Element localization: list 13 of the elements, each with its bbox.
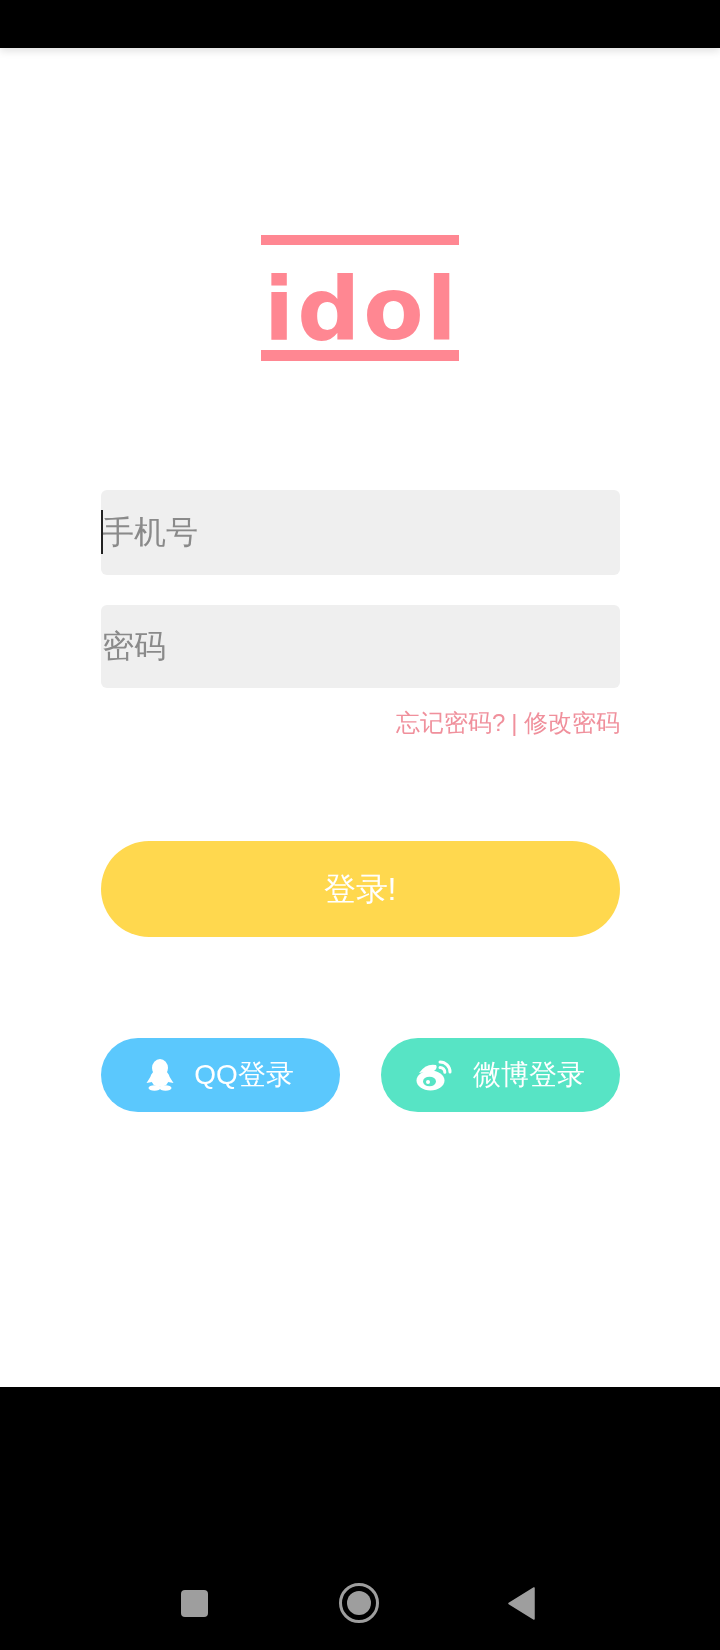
home-icon[interactable] xyxy=(339,1583,379,1623)
eye-signal-icon xyxy=(415,1059,453,1091)
weibo-login-button[interactable]: 微博登录 xyxy=(380,1038,620,1112)
link-separator: | xyxy=(511,710,518,736)
logo: idol xyxy=(261,235,459,361)
login-button[interactable]: 登录! xyxy=(100,841,620,937)
qq-login-button[interactable]: QQ登录 xyxy=(100,1038,340,1112)
back-icon[interactable] xyxy=(508,1587,535,1620)
change-password-link[interactable]: 修改密码 xyxy=(523,710,620,736)
penguin-icon xyxy=(146,1059,175,1091)
forgot-password-link[interactable]: 忘记密码? xyxy=(395,710,506,736)
password-field[interactable]: 密码 xyxy=(100,605,620,688)
phone-field[interactable]: 手机号 xyxy=(100,490,620,575)
